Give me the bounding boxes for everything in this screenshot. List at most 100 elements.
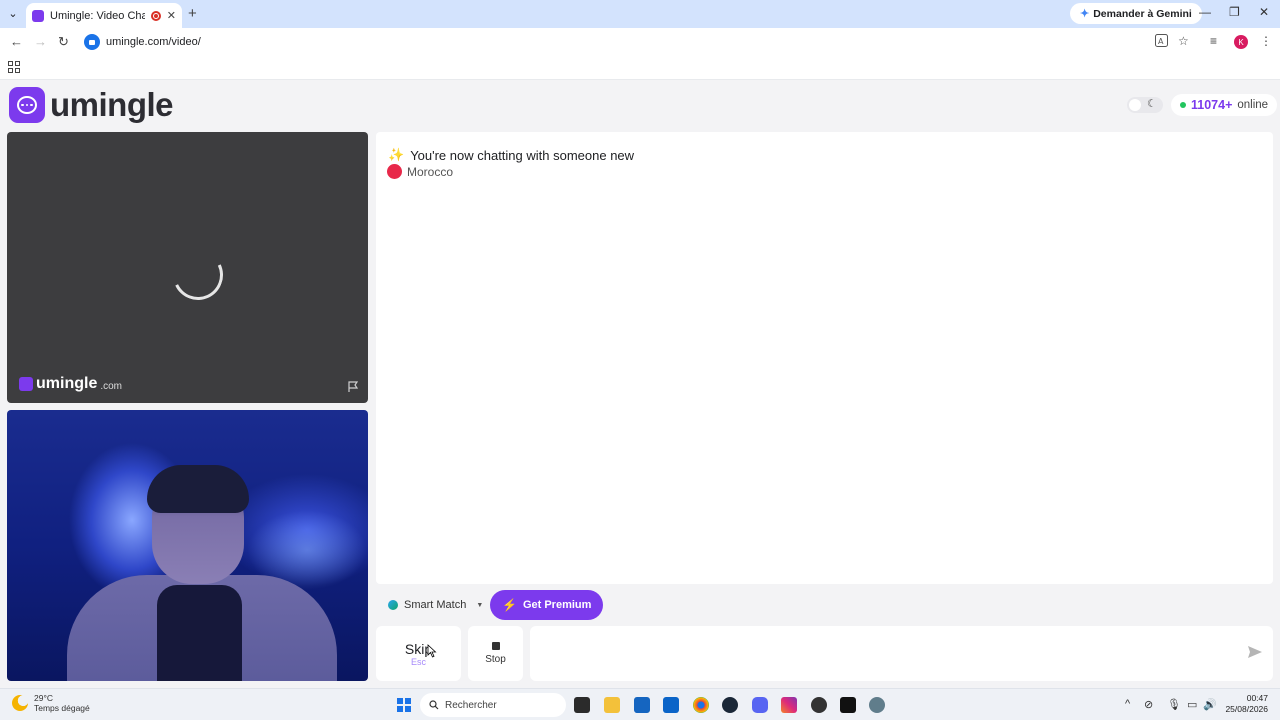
dark-mode-toggle[interactable]: ☾ bbox=[1127, 97, 1163, 113]
ask-gemini-button[interactable]: ✦ Demander à Gemini bbox=[1070, 3, 1202, 24]
skip-button[interactable]: Skip Esc bbox=[376, 626, 461, 681]
close-window-icon[interactable]: ✕ bbox=[1259, 5, 1269, 19]
taskbar-search[interactable]: Rechercher bbox=[420, 693, 566, 717]
apps-grid-icon[interactable] bbox=[8, 61, 20, 73]
country-name: Morocco bbox=[407, 164, 454, 179]
stranger-video: umingle .com bbox=[7, 132, 368, 403]
globe-icon bbox=[388, 600, 398, 610]
back-icon[interactable]: ← bbox=[10, 34, 23, 49]
mouse-pointer-icon bbox=[427, 644, 437, 658]
chrome-icon[interactable] bbox=[693, 697, 709, 713]
search-icon bbox=[429, 700, 439, 710]
stop-square-icon bbox=[491, 642, 500, 650]
lightning-icon: ⚡ bbox=[502, 598, 517, 612]
moon-icon: ☾ bbox=[1147, 98, 1157, 110]
online-count: 11074+ bbox=[1191, 98, 1233, 112]
send-icon[interactable] bbox=[1247, 644, 1263, 660]
premium-label: Get Premium bbox=[522, 599, 592, 611]
search-label: Rechercher bbox=[445, 699, 497, 711]
umingle-favicon-icon bbox=[32, 9, 44, 22]
ask-gemini-label: Demander à Gemini bbox=[1093, 7, 1192, 20]
get-premium-button[interactable]: ⚡ Get Premium bbox=[490, 590, 604, 620]
address-bar[interactable]: umingle.com/video/ bbox=[80, 31, 1200, 53]
weather-widget[interactable]: 29°C Temps dégagé bbox=[12, 693, 90, 713]
stop-button[interactable]: Stop bbox=[468, 626, 523, 681]
tray-app-icon[interactable]: ⊘ bbox=[1144, 698, 1153, 711]
clock-time: 00:47 bbox=[1246, 693, 1268, 703]
browser-tab[interactable]: Umingle: Video Chat with S ✕ bbox=[26, 3, 182, 28]
svg-text:A: A bbox=[1158, 37, 1164, 46]
online-status-dot bbox=[1180, 102, 1186, 108]
browser-menu-icon[interactable]: ⋮ bbox=[1260, 34, 1272, 48]
smart-match-dropdown[interactable]: Smart Match ▼ bbox=[376, 591, 496, 619]
site-info-icon[interactable] bbox=[84, 34, 100, 50]
tray-chevron-icon[interactable]: ^ bbox=[1125, 698, 1130, 710]
loading-spinner-icon bbox=[165, 242, 231, 308]
close-tab-icon[interactable]: ✕ bbox=[167, 9, 176, 22]
bookmarks-bar bbox=[0, 56, 1280, 80]
restore-icon[interactable]: ❐ bbox=[1229, 5, 1240, 19]
clock-date: 25/08/2026 bbox=[1225, 704, 1268, 714]
reading-list-icon[interactable]: ≡ bbox=[1210, 34, 1217, 48]
settings-gear-icon[interactable] bbox=[869, 697, 885, 713]
person-hair bbox=[147, 465, 249, 513]
system-clock[interactable]: 00:47 25/08/2026 bbox=[1222, 693, 1268, 715]
page-content: umingle ☾ 11074+ online umingle .com ✨ Y… bbox=[0, 80, 1280, 688]
translate-icon[interactable]: A bbox=[1155, 34, 1168, 50]
skip-shortcut: Esc bbox=[410, 656, 426, 667]
display-icon[interactable]: ▭ bbox=[1187, 698, 1197, 711]
minimize-icon[interactable]: — bbox=[1199, 5, 1211, 19]
online-label: online bbox=[1237, 99, 1269, 111]
gemini-sparkle-icon: ✦ bbox=[1080, 8, 1090, 20]
morocco-flag-icon bbox=[387, 164, 402, 179]
sparkles-icon: ✨ bbox=[388, 147, 405, 162]
browser-tabstrip: ⌄ Umingle: Video Chat with S ✕ + ✦ Deman… bbox=[0, 0, 1280, 28]
windows-taskbar: 29°C Temps dégagé Rechercher ^ ⊘ 🎙 ▭ 🔊 0… bbox=[0, 688, 1280, 720]
steam-icon[interactable] bbox=[722, 697, 738, 713]
reload-icon[interactable]: ↻ bbox=[58, 34, 69, 50]
video-watermark: umingle .com bbox=[19, 375, 122, 393]
new-tab-button[interactable]: + bbox=[188, 5, 197, 22]
watermark-logo-icon bbox=[19, 377, 33, 391]
chat-panel: ✨ You're now chatting with someone new M… bbox=[376, 132, 1273, 584]
profile-avatar[interactable]: K bbox=[1234, 35, 1248, 49]
smart-match-label: Smart Match bbox=[404, 599, 467, 611]
caret-down-icon: ▼ bbox=[476, 601, 484, 609]
tab-search-chevron-icon[interactable]: ⌄ bbox=[4, 4, 22, 22]
stop-label: Stop bbox=[485, 654, 506, 665]
chat-status-text: You're now chatting with someone new bbox=[410, 147, 635, 163]
microsoft-store-icon[interactable] bbox=[634, 697, 650, 713]
temperature: 29°C bbox=[34, 693, 53, 703]
crescent-moon-icon bbox=[12, 695, 28, 711]
browser-toolbar: ← → ↻ umingle.com/video/ A ☆ ≡ ⋮ bbox=[0, 28, 1280, 56]
recording-icon bbox=[150, 10, 161, 21]
self-camera-video bbox=[7, 410, 368, 681]
volume-icon[interactable]: 🔊 bbox=[1203, 698, 1217, 711]
instagram-icon[interactable] bbox=[781, 697, 797, 713]
partner-country: Morocco bbox=[387, 164, 453, 179]
weather-condition: Temps dégagé bbox=[34, 703, 90, 713]
watermark-domain: .com bbox=[100, 380, 123, 392]
site-logo[interactable]: umingle bbox=[9, 86, 174, 124]
online-counter: 11074+ online bbox=[1171, 94, 1278, 116]
app-icon[interactable] bbox=[811, 697, 827, 713]
file-explorer-icon[interactable] bbox=[604, 697, 620, 713]
person-tank-top bbox=[157, 585, 242, 681]
chat-bubble-logo-icon bbox=[9, 87, 45, 123]
forward-icon[interactable]: → bbox=[34, 34, 47, 49]
tab-title: Umingle: Video Chat with S bbox=[50, 9, 145, 22]
url-text: umingle.com/video/ bbox=[106, 36, 201, 48]
message-input[interactable] bbox=[530, 626, 1273, 681]
logo-text: umingle bbox=[50, 86, 174, 123]
bookmark-star-icon[interactable]: ☆ bbox=[1178, 34, 1189, 48]
task-view-icon[interactable] bbox=[574, 697, 590, 713]
outlook-icon[interactable] bbox=[663, 697, 679, 713]
chat-status: ✨ You're now chatting with someone new bbox=[388, 147, 634, 163]
terminal-app-icon[interactable] bbox=[840, 697, 856, 713]
microphone-icon[interactable]: 🎙 bbox=[1167, 698, 1181, 711]
toggle-knob bbox=[1129, 99, 1141, 111]
watermark-text: umingle bbox=[36, 375, 98, 392]
discord-icon[interactable] bbox=[752, 697, 768, 713]
windows-start-icon[interactable] bbox=[397, 698, 411, 712]
report-flag-icon[interactable] bbox=[347, 381, 359, 393]
